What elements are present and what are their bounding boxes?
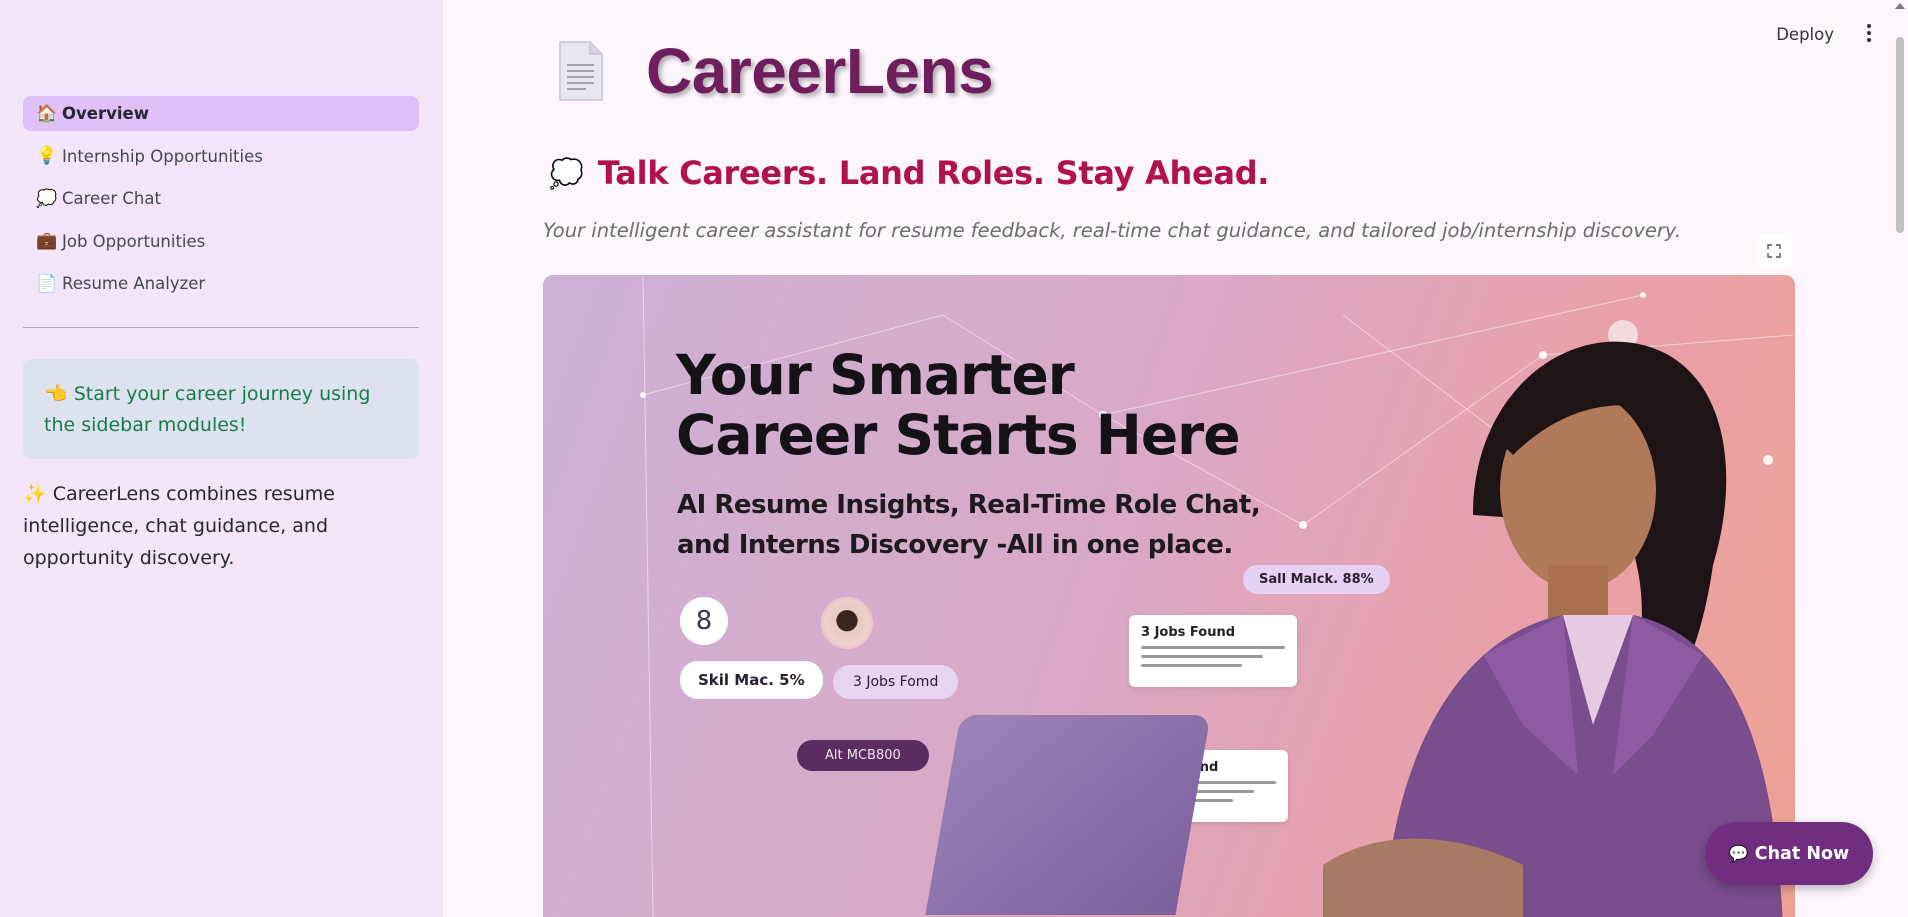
hero-headline: Your Smarter Career Starts Here (676, 343, 1241, 467)
hero-image: Your Smarter Career Starts Here AI Resum… (543, 275, 1795, 917)
main-menu-icon[interactable] (1864, 24, 1874, 46)
hero-subhead: AI Resume Insights, Real-Time Role Chat,… (677, 490, 1261, 560)
document-icon (559, 41, 603, 101)
sidebar-item-label: Internship Opportunities (62, 146, 263, 166)
sidebar-item-resume-analyzer[interactable]: 📄 Resume Analyzer (23, 266, 419, 301)
sparkles-icon: ✨ (23, 483, 47, 505)
pointing-left-icon: 👈 (44, 383, 68, 405)
sidebar-item-label: Job Opportunities (62, 231, 206, 251)
sidebar-item-label: Overview (62, 104, 149, 123)
description-text: CareerLens combines resume intelligence,… (23, 483, 335, 569)
tagline: 💭 Talk Careers. Land Roles. Stay Ahead. (549, 154, 1269, 192)
fullscreen-icon[interactable] (1756, 233, 1792, 269)
scrollbar-thumb[interactable] (1896, 37, 1904, 233)
scroll-up-icon[interactable] (1895, 3, 1905, 9)
number-badge: 8 (680, 597, 728, 645)
sidebar-item-label: Career Chat (62, 189, 161, 208)
thought-bubble-icon: 💭 (549, 156, 584, 190)
skill-match-bubble: Skil Mac. 5% (680, 661, 823, 699)
sidebar-description: ✨ CareerLens combines resume intelligenc… (23, 478, 423, 574)
scrollbar[interactable] (1892, 0, 1908, 917)
sidebar-item-career-chat[interactable]: 💭 Career Chat (23, 181, 419, 216)
thought-bubble-icon: 💭 (36, 188, 58, 209)
avatar (821, 597, 873, 649)
jobs-found-chip: 3 Jobs Fomd (833, 665, 959, 699)
sidebar: 🏠 Overview 💡 Internship Opportunities 💭 … (0, 0, 443, 917)
sidebar-divider (23, 327, 419, 328)
chat-now-button[interactable]: 💬 Chat Now (1705, 822, 1873, 885)
speech-bubble-icon: 💬 (1728, 844, 1749, 863)
house-icon: 🏠 (36, 103, 58, 124)
briefcase-icon: 💼 (36, 231, 58, 251)
laptop-illustration (925, 715, 1211, 915)
sidebar-item-jobs[interactable]: 💼 Job Opportunities (23, 224, 419, 259)
jobs-found-card: 3 Jobs Found (1129, 615, 1297, 687)
sidebar-item-overview[interactable]: 🏠 Overview (23, 96, 419, 131)
sidebar-item-internships[interactable]: 💡 Internship Opportunities (23, 139, 419, 174)
deploy-button[interactable]: Deploy (1776, 25, 1834, 44)
chat-now-label: Chat Now (1754, 843, 1850, 864)
hero-pill-button: Alt MCB800 (797, 740, 929, 771)
sidebar-nav: 🏠 Overview 💡 Internship Opportunities 💭 … (23, 96, 419, 309)
tagline-text: Talk Careers. Land Roles. Stay Ahead. (597, 154, 1270, 192)
page-title: CareerLens (646, 35, 994, 107)
lightbulb-icon: 💡 (36, 146, 58, 166)
page-subtitle: Your intelligent career assistant for re… (543, 219, 1682, 242)
sidebar-item-label: Resume Analyzer (62, 274, 206, 293)
main-content: CareerLens 💭 Talk Careers. Land Roles. S… (443, 0, 1908, 917)
info-box-text: Start your career journey using the side… (44, 383, 371, 436)
document-icon: 📄 (36, 273, 58, 294)
sidebar-info-box: 👈 Start your career journey using the si… (23, 359, 419, 459)
